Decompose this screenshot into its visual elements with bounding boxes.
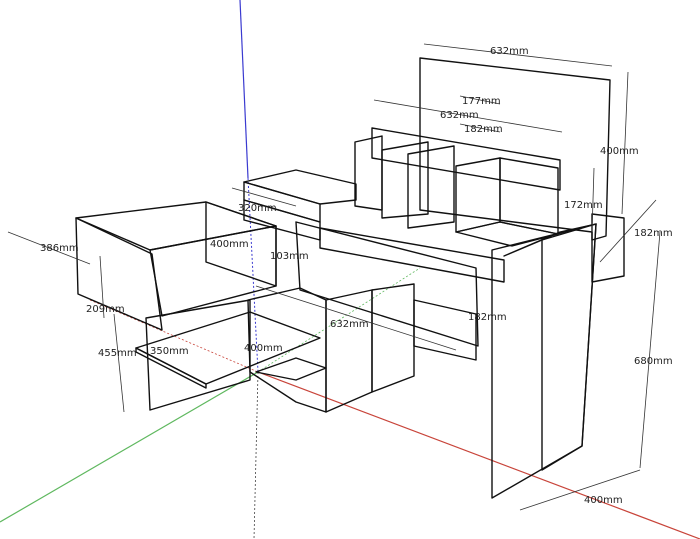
drawer-front-2 [381, 141, 429, 219]
carcass-inner-shelf [255, 357, 327, 381]
back-panel [419, 57, 611, 241]
black-axis-hidden [253, 371, 259, 539]
dim-label-right-height-400: 400mm [600, 146, 639, 157]
top-slab [371, 127, 561, 191]
blue-axis [239, 0, 249, 179]
drawer-front-1 [354, 135, 383, 211]
dim-label-front-632: 632mm [330, 319, 369, 330]
dim-line-632-front [255, 285, 457, 351]
end-panel-top-edge [503, 223, 597, 257]
dim-label-drawer-177: 177mm [462, 96, 501, 107]
dim-label-total-680: 680mm [634, 356, 673, 367]
dim-label-drawer-103: 103mm [270, 251, 309, 262]
dim-label-left-455: 455mm [98, 348, 137, 359]
red-axis [257, 371, 700, 539]
dim-label-drawer-400: 400mm [210, 239, 249, 250]
end-panel-edge [541, 223, 597, 471]
dim-line-400-right [621, 71, 629, 215]
front-long-panel [295, 221, 479, 347]
dim-label-top-632-mid: 632mm [440, 110, 479, 121]
dim-label-right-172: 172mm [564, 200, 603, 211]
sketchup-viewport[interactable]: 632mm 177mm 632mm 182mm 400mm 172mm 182m… [0, 0, 700, 539]
dimension-lines [7, 43, 661, 511]
dim-line-680 [639, 231, 661, 469]
dim-label-shelf-400: 400mm [244, 343, 283, 354]
right-end-panel [491, 223, 597, 499]
dim-line-455 [113, 313, 125, 413]
dim-label-left-320: 320mm [238, 203, 277, 214]
model-axes [0, 0, 700, 539]
end-panel-front [491, 223, 597, 499]
green-axis [0, 371, 259, 523]
carcass-door-right [371, 283, 415, 393]
lower-rear-panel [413, 299, 477, 361]
drawer-fronts-upper [354, 135, 559, 247]
dim-label-right-182: 182mm [634, 228, 673, 239]
dim-label-shelf-350: 350mm [150, 346, 189, 357]
dim-label-top-back-width: 632mm [490, 46, 529, 57]
dim-label-front-182: 182mm [468, 312, 507, 323]
dim-label-left-209: 209mm [86, 304, 125, 315]
dim-label-left-386: 386mm [40, 243, 79, 254]
carcass-door-left [325, 289, 373, 413]
right-drawer-box-front [499, 157, 559, 235]
right-side-unit [591, 213, 625, 283]
dim-label-bottom-400: 400mm [584, 495, 623, 506]
right-drawer-box-side [455, 157, 501, 233]
dimension-labels: 632mm 177mm 632mm 182mm 400mm 172mm 182m… [40, 46, 673, 506]
dim-label-drawer-182-top: 182mm [464, 124, 503, 135]
